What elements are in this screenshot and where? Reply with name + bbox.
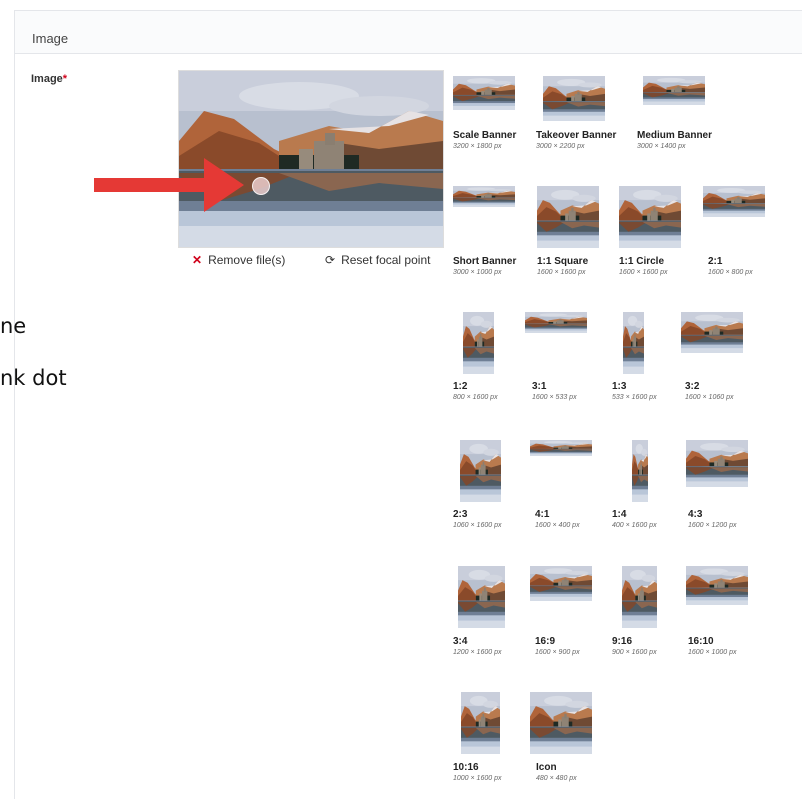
crop-thumbnail[interactable]: [453, 186, 515, 207]
focal-point-handle[interactable]: [252, 177, 270, 195]
crop-preview-image: [632, 440, 648, 502]
crop-thumbnail[interactable]: [623, 312, 644, 374]
crop-thumbnail[interactable]: [543, 76, 605, 121]
crop-dimensions: 1600 × 1600 px: [619, 269, 668, 276]
crop-name: 16:9: [535, 636, 556, 647]
crop-preview-image: [543, 76, 605, 121]
crop-dimensions: 1600 × 900 px: [535, 649, 580, 656]
crop-thumbnail[interactable]: [681, 312, 743, 353]
crop-dimensions: 1600 × 400 px: [535, 522, 580, 529]
crop-thumbnail[interactable]: [703, 186, 765, 217]
crop-dimensions: 3000 × 2200 px: [536, 143, 585, 150]
remove-label: Remove file(s): [208, 253, 286, 267]
crop-dimensions: 1600 × 1600 px: [537, 269, 586, 276]
reset-focal-point-button[interactable]: ⟳ Reset focal point: [325, 253, 430, 267]
crop-name: Scale Banner: [453, 130, 517, 141]
crop-dimensions: 1600 × 1200 px: [688, 522, 737, 529]
crop-dimensions: 3000 × 1400 px: [637, 143, 686, 150]
crop-dimensions: 900 × 1600 px: [612, 649, 657, 656]
crop-dimensions: 400 × 1600 px: [612, 522, 657, 529]
crop-name: 4:3: [688, 509, 703, 520]
crop-preview-image: [530, 692, 592, 754]
crop-dimensions: 1200 × 1600 px: [453, 649, 502, 656]
crop-thumbnail[interactable]: [537, 186, 599, 248]
crop-preview-image: [525, 312, 587, 333]
image-field-label: Image*: [31, 73, 67, 85]
crop-thumbnail[interactable]: [453, 76, 515, 110]
panel-header: Image: [15, 11, 802, 54]
remove-x-icon: ✕: [192, 253, 203, 267]
crop-name: 3:2: [685, 381, 700, 392]
crop-name: 1:1 Circle: [619, 256, 665, 267]
red-arrow-annotation: [94, 158, 244, 212]
crop-dimensions: 480 × 480 px: [536, 775, 577, 782]
crop-thumbnail[interactable]: [530, 566, 592, 601]
crop-dimensions: 3000 × 1000 px: [453, 269, 502, 276]
crop-preview-image: [458, 566, 505, 628]
crop-preview-image: [686, 566, 748, 605]
panel-title: Image: [32, 31, 69, 46]
crop-preview-image: [622, 566, 657, 628]
crop-name: 3:1: [532, 381, 547, 392]
crop-name: Medium Banner: [637, 130, 713, 141]
crop-name: Takeover Banner: [536, 130, 617, 141]
crop-thumbnail[interactable]: [622, 566, 657, 628]
crop-dimensions: 1060 × 1600 px: [453, 522, 502, 529]
crop-name: Icon: [536, 762, 557, 773]
crop-preview-image: [623, 312, 644, 374]
crop-preview-image: [530, 566, 592, 601]
crop-thumbnail[interactable]: [619, 186, 681, 248]
crop-name: 1:3: [612, 381, 627, 392]
crop-name: Short Banner: [453, 256, 517, 267]
reset-label: Reset focal point: [341, 253, 431, 267]
crop-dimensions: 1600 × 1060 px: [685, 394, 734, 401]
crop-preview-image: [537, 186, 599, 248]
crop-preview-image: [463, 312, 494, 374]
crop-name: 2:3: [453, 509, 468, 520]
crop-preview-image: [460, 440, 501, 502]
crop-thumbnail[interactable]: [632, 440, 648, 502]
crop-preview-image: [453, 76, 515, 110]
crop-preview-image: [686, 440, 748, 487]
crop-thumbnail[interactable]: [643, 76, 705, 105]
crop-name: 3:4: [453, 636, 468, 647]
crop-preview-image: [703, 186, 765, 217]
remove-files-button[interactable]: ✕ Remove file(s): [192, 253, 285, 267]
crop-dimensions: 800 × 1600 px: [453, 394, 498, 401]
crop-name: 1:2: [453, 381, 468, 392]
crop-thumbnail[interactable]: [686, 440, 748, 487]
crop-dimensions: 3200 × 1800 px: [453, 143, 502, 150]
field-label-text: Image: [31, 73, 63, 85]
crop-thumbnail[interactable]: [461, 692, 500, 754]
crop-thumbnail[interactable]: [460, 440, 501, 502]
overlay-text-line-1: ne: [0, 314, 27, 338]
crop-preview-image: [643, 76, 705, 105]
crop-dimensions: 533 × 1600 px: [612, 394, 657, 401]
crop-name: 4:1: [535, 509, 550, 520]
crop-dimensions: 1000 × 1600 px: [453, 775, 502, 782]
crop-name: 1:1 Square: [537, 256, 589, 267]
crop-thumbnail[interactable]: [530, 692, 592, 754]
overlay-text-line-2: nk dot: [0, 366, 67, 390]
reset-circle-arrow-icon: ⟳: [325, 253, 336, 267]
crop-dimensions: 1600 × 533 px: [532, 394, 577, 401]
crop-preview-image: [453, 186, 515, 207]
crop-thumbnail[interactable]: [530, 440, 592, 456]
crop-thumbnail[interactable]: [458, 566, 505, 628]
crop-thumbnail[interactable]: [686, 566, 748, 605]
crop-name: 10:16: [453, 762, 479, 773]
crop-preview-image: [530, 440, 592, 456]
crop-name: 2:1: [708, 256, 723, 267]
crop-name: 16:10: [688, 636, 714, 647]
crop-preview-image: [461, 692, 500, 754]
crop-preview-image: [681, 312, 743, 353]
crop-dimensions: 1600 × 800 px: [708, 269, 753, 276]
crop-preview-image: [619, 186, 681, 248]
crop-name: 9:16: [612, 636, 633, 647]
crop-thumbnail[interactable]: [525, 312, 587, 333]
crop-dimensions: 1600 × 1000 px: [688, 649, 737, 656]
crop-thumbnail[interactable]: [463, 312, 494, 374]
required-marker: *: [62, 73, 68, 85]
crop-name: 1:4: [612, 509, 627, 520]
